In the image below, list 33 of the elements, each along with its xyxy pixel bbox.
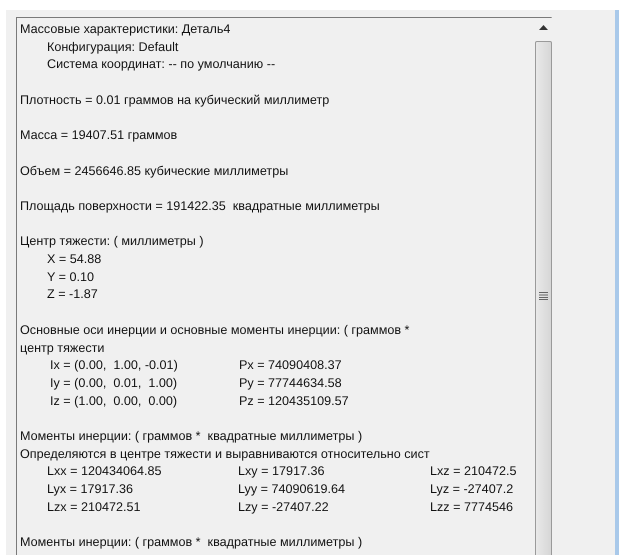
result-value: Lzy = -27407.22 <box>238 498 330 516</box>
scroll-up-icon[interactable] <box>539 25 548 30</box>
grip-icon <box>539 292 548 300</box>
result-line: Массовые характеристики: Деталь4 <box>20 21 232 38</box>
result-line: Центр тяжести: ( миллиметры ) <box>20 233 205 250</box>
result-line: Моменты инерции: ( граммов * квадратные миллиметры ) <box>20 534 364 552</box>
result-value: Px = 74090408.37 <box>239 357 343 374</box>
result-line: Плотность = 0.01 граммов на кубический миллиметр <box>20 92 330 109</box>
result-line: Масса = 19407.51 граммов <box>20 127 178 144</box>
result-value: Lyx = 17917.36 <box>47 481 134 498</box>
result-line: Объем = 2456646.85 кубические миллиметры <box>20 162 290 180</box>
result-value: Iy = (0.00, 0.01, 1.00) <box>50 374 178 392</box>
result-value: Iz = (1.00, 0.00, 0.00) <box>50 392 178 410</box>
result-line: центр тяжести <box>20 340 106 357</box>
result-value: Ix = (0.00, 1.00, -0.01) <box>50 357 179 374</box>
result-line: Определяются в центре тяжести и выравниваются относительно сист <box>20 446 431 463</box>
result-line: X = 54.88 <box>46 251 102 268</box>
result-value: Py = 77744634.58 <box>239 374 343 392</box>
result-line: Моменты инерции: ( граммов * квадратные миллиметры ) <box>20 428 364 446</box>
result-line: Площадь поверхности = 191422.35 квадратные миллиметры <box>20 198 381 215</box>
result-line: Z = -1.87 <box>46 286 99 304</box>
result-line: Система координат: -- по умолчанию -- <box>46 56 276 74</box>
result-value: Lxy = 17917.36 <box>238 463 326 480</box>
result-value: Lxz = 210472.5 <box>430 463 518 480</box>
result-value: Lzz = 7774546 <box>430 498 514 516</box>
result-line: Основные оси инерции и основные моменты инерции: ( граммов * <box>20 322 410 339</box>
result-value: Lxx = 120434064.85 <box>47 463 162 480</box>
result-line: Y = 0.10 <box>46 268 96 286</box>
result-value: Lyz = -27407.2 <box>430 481 514 498</box>
result-line: Конфигурация: Default <box>46 38 180 56</box>
result-value: Pz = 120435109.57 <box>239 392 350 410</box>
result-value: Lyy = 74090619.64 <box>238 481 346 498</box>
result-value: Lzx = 210472.51 <box>47 498 142 516</box>
